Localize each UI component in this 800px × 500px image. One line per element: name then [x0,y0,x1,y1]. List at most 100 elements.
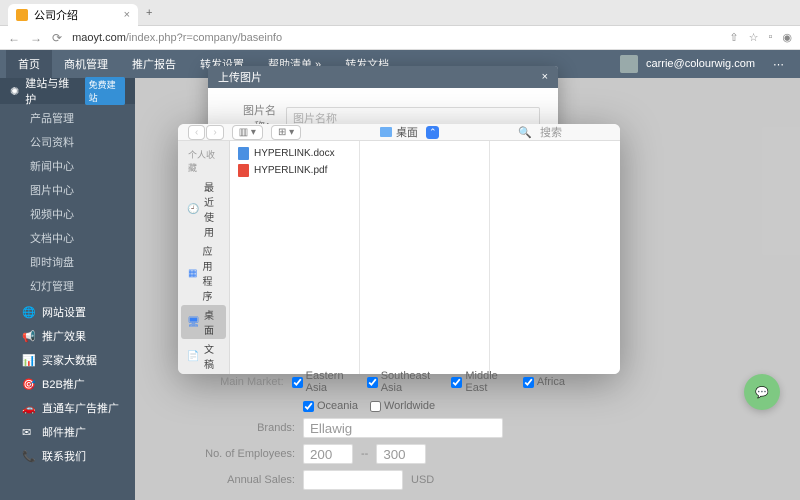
sidebar: ✺ 建站与维护 免费建站 产品管理公司资料新闻中心图片中心视频中心文档中心即时询… [0,78,135,500]
checkbox[interactable] [523,377,534,388]
checkbox[interactable] [367,377,378,388]
globe-icon: 🌐 [22,306,34,318]
user-email[interactable]: carrie@colourwig.com [646,58,755,70]
search-input[interactable]: 搜索 [540,124,610,140]
chart-icon: 📊 [22,354,34,366]
checkbox[interactable] [451,377,462,388]
item-label: 应用程序 [202,243,219,303]
sidebar-item[interactable]: 产品管理 [0,106,135,130]
back-button[interactable]: ← [8,31,20,45]
nav-opportunity[interactable]: 商机管理 [52,50,120,78]
brands-input[interactable] [303,418,503,438]
market-checkbox[interactable]: Oceania [303,400,358,412]
finder-sidebar-item[interactable]: 📄 文稿 [178,339,229,373]
tab-favicon [16,9,28,21]
more-menu[interactable]: ⋯ [763,58,794,71]
sidebar-group[interactable]: 🌐 网站设置 [0,300,135,324]
reload-button[interactable]: ⟳ [52,31,62,45]
new-tab-button[interactable]: + [146,7,152,19]
employees-from-input[interactable] [303,444,353,464]
file-list: HYPERLINK.docx HYPERLINK.pdf [230,141,360,374]
sidebar-label: 邮件推广 [42,424,86,440]
file-item[interactable]: HYPERLINK.docx [230,145,359,162]
checkbox[interactable] [303,401,314,412]
item-label: 文稿 [204,341,219,371]
finder-sidebar-item[interactable]: ▦应用程序 [178,241,229,305]
gear-icon: ✺ [10,85,19,98]
market-checkbox[interactable]: Middle East [451,370,510,394]
sidebar-item[interactable]: 新闻中心 [0,154,135,178]
sidebar-label: 买家大数据 [42,352,97,368]
folder-icon [380,127,392,137]
sidebar-group[interactable]: 📞联系我们 [0,444,135,468]
file-sidebar: 个人收藏 🕘最近使用▦应用程序🖥桌面📄文稿⬇下载 iCloud ☁iCloud … [178,141,230,374]
field-label: Annual Sales: [205,474,295,486]
doc-icon: 📄 [188,351,199,362]
sidebar-label: 联系我们 [42,448,86,464]
market-checkbox[interactable]: Eastern Asia [292,370,355,394]
sidebar-group[interactable]: 🎯B2B推广 [0,372,135,396]
bookmark-icon[interactable]: ☆ [749,31,759,44]
view-columns-button[interactable]: ▥ ▾ [232,125,263,140]
nav-home[interactable]: 首页 [6,50,52,78]
file-dialog: ‹ › ▥ ▾ ⊞ ▾ 桌面 ⌃ 🔍 搜索 个人收藏 🕘最近使用▦应用程序🖥桌面… [178,124,620,374]
sidebar-header[interactable]: ✺ 建站与维护 免费建站 [0,78,135,104]
sidebar-item[interactable]: 公司资料 [0,130,135,154]
close-icon[interactable]: × [124,9,130,21]
forward-button[interactable]: › [206,125,223,140]
currency-label: USD [411,474,434,486]
sidebar-section: 个人收藏 [178,145,229,177]
browser-tab[interactable]: 公司介绍 × [8,4,138,26]
path-selector[interactable]: 桌面 ⌃ [309,124,510,140]
sidebar-item[interactable]: 图片中心 [0,178,135,202]
modal-title: 上传图片 [218,69,262,85]
mail-icon: ✉ [22,426,34,438]
sidebar-item[interactable]: 幻灯管理 [0,274,135,298]
market-checkbox[interactable]: Worldwide [370,400,435,412]
sidebar-label: 网站设置 [42,304,86,320]
browser-tab-bar: 公司介绍 × + [0,0,800,26]
market-checkbox[interactable]: Southeast Asia [367,370,440,394]
checkbox[interactable] [292,377,303,388]
tab-title: 公司介绍 [34,7,78,23]
file-name: HYPERLINK.pdf [254,165,327,176]
chat-icon: 💬 [755,386,769,399]
field-label: Main Market: [205,376,284,388]
field-label: Brands: [205,422,295,434]
sidebar-item[interactable]: 文档中心 [0,226,135,250]
share-icon[interactable]: ⇧ [729,31,738,44]
back-button[interactable]: ‹ [188,125,205,140]
sidebar-group[interactable]: 📊 买家大数据 [0,348,135,372]
profile-icon[interactable]: ◉ [782,31,792,44]
file-item[interactable]: HYPERLINK.pdf [230,162,359,179]
extensions-icon[interactable]: ▫ [768,31,772,44]
chat-button[interactable]: 💬 [744,374,780,410]
file-name: HYPERLINK.docx [254,148,335,159]
sidebar-group[interactable]: 📢推广效果 [0,324,135,348]
file-column-empty [360,141,490,374]
nav-report[interactable]: 推广报告 [120,50,188,78]
checkbox-label: Worldwide [384,400,435,412]
forward-button[interactable]: → [30,31,42,45]
market-checkbox[interactable]: Africa [523,370,565,394]
sidebar-item[interactable]: 视频中心 [0,202,135,226]
avatar[interactable] [620,55,638,73]
field-label: No. of Employees: [205,448,295,460]
clock-icon: 🕘 [188,204,199,215]
sidebar-group[interactable]: 🚗直通车广告推广 [0,396,135,420]
close-icon[interactable]: × [542,71,548,83]
file-column-empty [490,141,620,374]
sales-input[interactable] [303,470,403,490]
url-field[interactable]: maoyt.com/index.php?r=company/baseinfo [72,32,282,44]
file-icon [238,164,249,177]
sidebar-item[interactable]: 即时询盘 [0,250,135,274]
sidebar-group[interactable]: ✉ 邮件推广 [0,420,135,444]
view-group-button[interactable]: ⊞ ▾ [271,125,301,140]
finder-sidebar-item[interactable]: 🕘最近使用 [178,177,229,241]
employees-to-input[interactable] [376,444,426,464]
checkbox-label: Eastern Asia [306,370,355,394]
company-form: Main Market: Eastern Asia Southeast Asia M… [205,370,565,496]
finder-sidebar-item[interactable]: 🖥桌面 [181,305,226,339]
checkbox[interactable] [370,401,381,412]
sidebar-title: 建站与维护 [25,75,74,107]
